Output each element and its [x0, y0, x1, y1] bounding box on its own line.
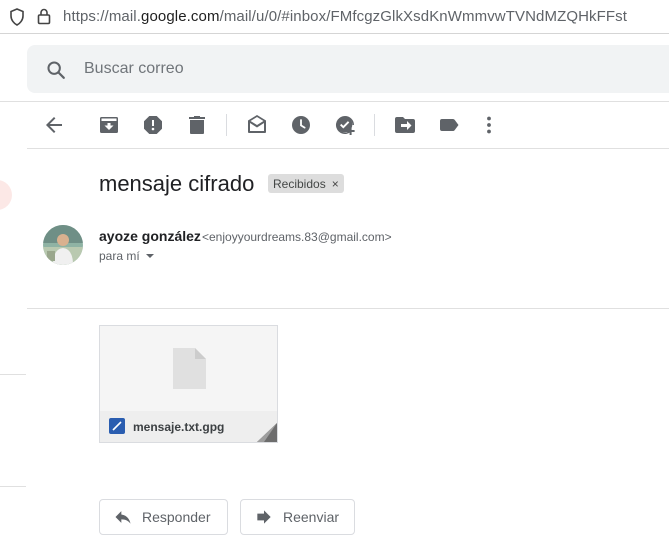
avatar[interactable]	[43, 225, 83, 265]
archive-button[interactable]	[97, 113, 121, 137]
forward-label: Reenviar	[283, 509, 340, 525]
archive-icon	[100, 117, 118, 133]
remove-label-button[interactable]: ×	[332, 177, 339, 191]
report-spam-button[interactable]	[141, 113, 165, 137]
chevron-down-icon[interactable]	[145, 254, 154, 258]
search-bar[interactable]: Buscar correo	[27, 45, 669, 93]
shield-icon[interactable]	[9, 8, 25, 26]
forward-button[interactable]: Reenviar	[240, 499, 355, 535]
attachment-preview[interactable]	[100, 326, 277, 411]
forward-icon	[257, 510, 271, 524]
attachment-filename: mensaje.txt.gpg	[133, 420, 225, 434]
sender-name[interactable]: ayoze gonzález	[99, 228, 201, 244]
search-icon[interactable]	[45, 59, 67, 81]
snooze-button[interactable]	[289, 113, 313, 137]
url-prefix: https://mail.	[63, 8, 141, 25]
mark-unread-button[interactable]	[245, 113, 269, 137]
snooze-icon	[292, 116, 310, 134]
add-task-icon	[335, 115, 355, 135]
attachment-footer[interactable]: mensaje.txt.gpg	[100, 411, 277, 442]
add-task-button[interactable]	[333, 113, 357, 137]
file-type-icon	[109, 418, 125, 434]
document-icon	[173, 348, 206, 389]
avatar-photo	[43, 225, 83, 265]
move-to-icon	[395, 117, 415, 133]
reply-label: Responder	[142, 509, 211, 525]
toolbar-divider	[374, 114, 375, 136]
reply-icon	[115, 511, 131, 524]
mark-unread-icon	[248, 115, 266, 133]
move-to-button[interactable]	[393, 113, 417, 137]
label-chip-text: Recibidos	[273, 176, 326, 191]
recipient-label: para mí	[99, 249, 140, 263]
sidebar-divider	[0, 486, 26, 487]
label-icon	[440, 119, 459, 131]
back-button[interactable]	[42, 113, 66, 137]
more-icon	[487, 116, 491, 134]
url-text[interactable]: https://mail.google.com/mail/u/0/#inbox/…	[63, 8, 627, 25]
reply-button[interactable]: Responder	[99, 499, 228, 535]
report-spam-icon	[144, 116, 162, 134]
sender-email: <enjoyyourdreams.83@gmail.com>	[202, 230, 392, 244]
back-icon	[46, 117, 62, 133]
label-chip[interactable]: Recibidos ×	[268, 174, 344, 193]
sidebar-divider	[0, 374, 26, 375]
lock-icon[interactable]	[36, 7, 52, 25]
search-input[interactable]: Buscar correo	[84, 60, 184, 78]
toolbar-divider-line	[27, 148, 669, 149]
header-divider	[0, 101, 669, 102]
label-button[interactable]	[437, 113, 461, 137]
email-subject: mensaje cifrado	[99, 171, 255, 196]
url-path: /mail/u/0/#inbox/FMfcgzGlkXsdKnWmmvwTVNd…	[219, 8, 628, 25]
toolbar-divider	[226, 114, 227, 136]
sidebar-compose-indicator[interactable]	[0, 180, 12, 210]
attachment-card[interactable]: mensaje.txt.gpg	[99, 325, 278, 443]
delete-icon	[189, 116, 205, 134]
url-domain: google.com	[141, 8, 220, 25]
more-button[interactable]	[477, 113, 501, 137]
browser-url-bar[interactable]: https://mail.google.com/mail/u/0/#inbox/…	[0, 0, 669, 34]
page-curl-icon	[257, 423, 277, 442]
delete-button[interactable]	[185, 113, 209, 137]
body-divider	[27, 308, 669, 309]
recipient-details[interactable]: para mí	[99, 249, 154, 263]
